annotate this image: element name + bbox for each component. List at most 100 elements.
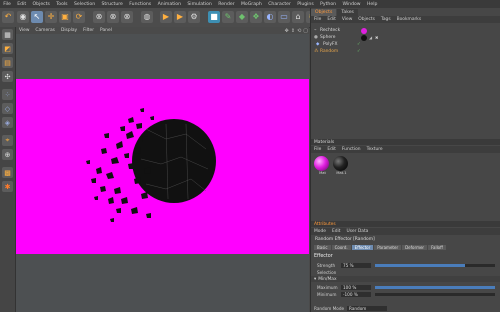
material-swatch-mat1[interactable]: Mat.1	[333, 156, 350, 178]
tab-deformer[interactable]: Deformer	[402, 245, 428, 250]
om-menu-tags[interactable]: Tags	[378, 17, 394, 22]
enable-axis-icon[interactable]: ⌖	[2, 135, 13, 146]
viewport-pan-icon[interactable]: ✥	[285, 28, 289, 34]
menu-selection[interactable]: Selection	[71, 2, 99, 7]
array-icon[interactable]: ❖	[250, 11, 262, 23]
menu-mograph[interactable]: MoGraph	[238, 2, 265, 7]
menu-help[interactable]: Help	[364, 2, 381, 7]
object-row-random[interactable]: ⁂ Random ✓	[311, 48, 500, 55]
mm-menu-edit[interactable]: Edit	[324, 147, 339, 152]
viewport-menu-view[interactable]: View	[16, 28, 32, 33]
polygons-mode-icon[interactable]: ◈	[2, 117, 13, 128]
tag-icon[interactable]: ✖	[375, 35, 378, 40]
om-menu-edit[interactable]: Edit	[324, 17, 339, 22]
om-menu-objects[interactable]: Objects	[355, 17, 378, 22]
random-mode-select[interactable]: Random	[347, 305, 387, 311]
strength-slider[interactable]	[375, 263, 495, 267]
menu-render[interactable]: Render	[215, 2, 238, 7]
select-tool-icon[interactable]: ↖	[31, 11, 43, 23]
object-row-rechteck[interactable]: ⌁ Rechteck	[311, 27, 500, 34]
menu-window[interactable]: Window	[339, 2, 364, 7]
mm-menu-texture[interactable]: Texture	[364, 147, 386, 152]
material-tag-icon[interactable]	[361, 34, 367, 41]
material-swatch-mat[interactable]: Mat	[314, 156, 331, 178]
live-selection-icon[interactable]: ◉	[17, 11, 29, 23]
sculpt-icon[interactable]: ✱	[2, 181, 13, 192]
tab-parameter[interactable]: Parameter	[374, 245, 402, 250]
tab-effector[interactable]: Effector	[351, 245, 374, 250]
menu-functions[interactable]: Functions	[126, 2, 154, 7]
menu-simulation[interactable]: Simulation	[184, 2, 215, 7]
menu-objects[interactable]: Objects	[29, 2, 53, 7]
tab-coord[interactable]: Coord.	[331, 245, 351, 250]
rotate-tool-icon[interactable]: ⟳	[73, 11, 85, 23]
deformer-icon[interactable]: ◐	[264, 11, 276, 23]
menu-character[interactable]: Character	[265, 2, 294, 7]
tab-falloff[interactable]: Falloff	[428, 245, 446, 250]
mm-menu-file[interactable]: File	[311, 147, 324, 152]
edges-mode-icon[interactable]: ◇	[2, 103, 13, 114]
menu-animation[interactable]: Animation	[154, 2, 184, 7]
world-coordinates-icon[interactable]: ◍	[141, 11, 153, 23]
cube-icon[interactable]: ■	[208, 11, 220, 23]
minimum-field[interactable]: -100 %	[341, 291, 371, 297]
menu-file[interactable]: File	[0, 2, 14, 7]
axis-mode-icon[interactable]: ✣	[2, 71, 13, 82]
coordinate-x-icon[interactable]: ⊗	[93, 11, 105, 23]
tab-objects[interactable]: Objects	[311, 9, 337, 16]
scale-tool-icon[interactable]: ▣	[59, 11, 71, 23]
phong-tag-icon[interactable]: ◢	[369, 35, 372, 40]
object-row-polyfx[interactable]: ◆ PolyFX ✓	[311, 41, 500, 48]
menu-plugins[interactable]: Plugins	[294, 2, 317, 7]
viewport-menu-panel[interactable]: Panel	[97, 28, 115, 33]
viewport-zoom-icon[interactable]: ⇕	[291, 28, 295, 34]
menu-tools[interactable]: Tools	[53, 2, 71, 7]
move-tool-icon[interactable]: ✛	[45, 11, 57, 23]
object-row-sphere[interactable]: ● Sphere ◢ ✖	[311, 34, 500, 41]
workplane-icon[interactable]: ▩	[2, 167, 13, 178]
menu-structure[interactable]: Structure	[98, 2, 126, 7]
om-menu-view[interactable]: View	[339, 17, 355, 22]
model-mode-icon[interactable]: ◩	[2, 43, 13, 54]
spline-pen-icon[interactable]: ✎	[222, 11, 234, 23]
texture-mode-icon[interactable]: ▤	[2, 57, 13, 68]
material-tag-icon[interactable]	[361, 27, 367, 34]
enabled-check-icon[interactable]: ✓	[357, 42, 361, 47]
coordinate-z-icon[interactable]: ⊗	[121, 11, 133, 23]
maximum-field[interactable]: 100 %	[341, 284, 371, 290]
attr-menu-mode[interactable]: Mode	[311, 229, 329, 234]
minimum-slider[interactable]	[375, 292, 495, 296]
viewport-menu-cameras[interactable]: Cameras	[32, 28, 58, 33]
menu-edit[interactable]: Edit	[14, 2, 29, 7]
visibility-dot[interactable]	[351, 29, 354, 32]
points-mode-icon[interactable]: ⁘	[2, 89, 13, 100]
strength-slider-fill	[375, 263, 465, 267]
render-settings-icon[interactable]: ⚙	[188, 11, 200, 23]
menu-python[interactable]: Python	[317, 2, 339, 7]
om-menu-bookmarks[interactable]: Bookmarks	[394, 17, 425, 22]
scene-floor-icon[interactable]: ▭	[278, 11, 290, 23]
viewport-menu-filter[interactable]: Filter	[80, 28, 97, 33]
nurbs-icon[interactable]: ◆	[236, 11, 248, 23]
make-editable-icon[interactable]: ▦	[2, 29, 13, 40]
tab-basic[interactable]: Basic	[314, 245, 331, 250]
viewport-maximize-icon[interactable]: ▢	[303, 28, 308, 34]
tab-takes[interactable]: Takes	[337, 9, 358, 16]
attr-menu-edit[interactable]: Edit	[329, 229, 344, 234]
render-picture-viewer-icon[interactable]: ▶	[174, 11, 186, 23]
strength-field[interactable]: 75 %	[341, 262, 371, 268]
snap-icon[interactable]: ⊕	[2, 149, 13, 160]
mm-menu-function[interactable]: Function	[339, 147, 364, 152]
minmax-section[interactable]: ▾ Min/Max	[311, 276, 500, 282]
viewport[interactable]	[16, 34, 309, 312]
om-menu-file[interactable]: File	[311, 17, 324, 22]
undo-icon[interactable]: ↶	[2, 11, 14, 23]
viewport-menu-display[interactable]: Display	[58, 28, 80, 33]
viewport-rotate-icon[interactable]: ⟲	[297, 28, 301, 34]
camera-icon[interactable]: ⌂	[292, 11, 304, 23]
render-view-icon[interactable]: ▶	[160, 11, 172, 23]
maximum-slider[interactable]	[375, 285, 495, 289]
enabled-check-icon[interactable]: ✓	[357, 49, 361, 54]
attr-menu-userdata[interactable]: User Data	[343, 229, 371, 234]
coordinate-y-icon[interactable]: ⊗	[107, 11, 119, 23]
